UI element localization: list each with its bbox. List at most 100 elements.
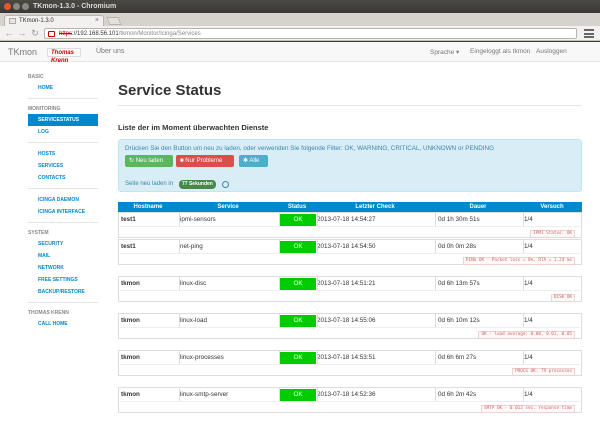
cell-check: 2013-07-18 14:54:50 — [317, 243, 376, 250]
sidebar-heading-basic: BASIC — [28, 74, 44, 80]
status-badge: OK — [280, 278, 316, 290]
cell-service: linux-disc — [180, 280, 207, 287]
cell-service: ipmi-sensors — [180, 216, 216, 223]
back-arrow-icon[interactable]: ← — [4, 28, 14, 38]
column-separator — [435, 213, 436, 227]
column-header-attempt[interactable]: Versuch — [522, 202, 582, 212]
cell-attempt: 1/4 — [524, 280, 533, 287]
sidebar-item-backup-restore[interactable]: BACKUP/RESTORE — [28, 286, 98, 298]
output-row: PING OK - Packet loss = 0%, RTA = 1.24 m… — [118, 253, 582, 265]
page-title: Service Status — [118, 82, 222, 99]
sidebar-item-icinga-interface[interactable]: ICINGA INTERFACE — [28, 206, 98, 218]
output-row: SMTP OK - 0.012 sec. response time — [118, 401, 582, 413]
status-badge: OK — [280, 315, 316, 327]
column-separator — [179, 351, 180, 365]
column-separator — [435, 240, 436, 254]
column-separator — [523, 314, 524, 328]
maximize-window-icon[interactable] — [22, 3, 29, 10]
sidebar-item-security[interactable]: SECURITY — [28, 238, 98, 250]
all-button[interactable]: ✱ Alle — [239, 155, 268, 167]
cell-duration: 0d 6h 2m 42s — [438, 391, 477, 398]
language-dropdown[interactable]: Sprache ▾ — [430, 48, 459, 56]
column-header-status[interactable]: Status — [278, 202, 316, 212]
service-block: test1 net-ping OK 2013-07-18 14:54:50 0d 0h … — [118, 237, 582, 274]
sidebar-item-services[interactable]: SERVICES — [28, 160, 98, 172]
sidebar-divider — [28, 94, 98, 99]
cell-host: test1 — [121, 216, 136, 223]
browser-tab[interactable]: TKmon-1.3.0 × — [4, 15, 104, 26]
close-window-icon[interactable] — [4, 3, 11, 10]
sidebar-item-mail[interactable]: MAIL — [28, 250, 98, 262]
reload-button[interactable]: ↻ Neu laden — [125, 155, 173, 167]
minimize-window-icon[interactable] — [13, 3, 20, 10]
status-badge: OK — [280, 241, 316, 253]
sidebar-item-home[interactable]: HOME — [28, 82, 98, 94]
reload-icon[interactable]: ↻ — [30, 28, 40, 38]
close-tab-icon[interactable]: × — [95, 16, 99, 26]
insecure-lock-icon — [48, 31, 55, 37]
service-block: tkmon linux-processes OK 2013-07-18 14:53:5… — [118, 348, 582, 385]
sidebar-item-servicestatus[interactable]: SERVICESTATUS — [28, 114, 98, 126]
sidebar-heading-monitoring: MONITORING — [28, 106, 61, 112]
column-header-host[interactable]: Hostname — [118, 202, 178, 212]
sidebar-item-network[interactable]: NETWORK — [28, 262, 98, 274]
column-separator — [435, 314, 436, 328]
about-link[interactable]: Über uns — [96, 48, 124, 55]
sidebar-item-log[interactable]: LOG — [28, 126, 98, 138]
service-block: tkmon linux-smtp-server OK 2013-07-18 14:52… — [118, 385, 582, 422]
column-separator — [523, 277, 524, 291]
logout-link[interactable]: Ausloggen — [536, 48, 567, 55]
cell-duration: 0d 1h 30m 51s — [438, 216, 480, 223]
table-row[interactable]: tkmon linux-disc OK 2013-07-18 14:51:21 0d 6… — [118, 276, 582, 291]
window-title: TKmon-1.3.0 - Chromium — [33, 3, 117, 10]
forward-arrow-icon[interactable]: → — [17, 28, 27, 38]
brand-name[interactable]: TKmon — [8, 47, 37, 57]
sidebar-item-icinga-daemon[interactable]: ICINGA DAEMON — [28, 194, 98, 206]
sidebar-divider — [28, 138, 98, 143]
page-favicon-icon — [9, 18, 16, 24]
title-divider — [118, 105, 582, 106]
sidebar-item-call-home[interactable]: CALL HOME — [28, 318, 98, 330]
table-row[interactable]: tkmon linux-load OK 2013-07-18 14:55:06 0d 6… — [118, 313, 582, 328]
table-row[interactable]: test1 ipmi-sensors OK 2013-07-18 14:54:27 0d… — [118, 212, 582, 227]
url-input[interactable]: https://192.168.56.101/tkmon/Monitor/Ici… — [44, 28, 577, 39]
only-problems-button[interactable]: ■ Nur Probleme — [176, 155, 234, 167]
table-row[interactable]: tkmon linux-smtp-server OK 2013-07-18 14:52… — [118, 387, 582, 402]
column-separator — [279, 240, 280, 254]
column-separator — [179, 314, 180, 328]
status-badge: OK — [280, 352, 316, 364]
new-tab-button[interactable] — [106, 17, 122, 25]
url-path: /tkmon/Monitor/Icinga/Services — [118, 31, 201, 37]
cell-service: linux-load — [180, 317, 207, 324]
column-header-service[interactable]: Service — [178, 202, 278, 212]
column-separator — [179, 277, 180, 291]
tab-title: TKmon-1.3.0 — [19, 18, 54, 24]
cell-host: test1 — [121, 243, 136, 250]
cell-attempt: 1/4 — [524, 354, 533, 361]
sidebar-divider — [28, 218, 98, 223]
cell-host: tkmon — [121, 317, 140, 324]
sidebar-divider — [28, 184, 98, 189]
column-separator — [279, 277, 280, 291]
cell-attempt: 1/4 — [524, 391, 533, 398]
plugin-output: PROCS OK: 79 processes — [512, 368, 575, 376]
countdown-badge: 77 Sekunden — [179, 180, 216, 189]
sidebar-heading-system: SYSTEM — [28, 230, 49, 236]
cell-service: net-ping — [180, 243, 203, 250]
table-row[interactable]: test1 net-ping OK 2013-07-18 14:54:50 0d 0h … — [118, 239, 582, 254]
cell-service: linux-smtp-server — [180, 391, 229, 398]
page-viewport: TKmon Thomas Krenn Über uns Sprache ▾ Ei… — [0, 42, 600, 422]
cell-host: tkmon — [121, 354, 140, 361]
column-separator — [435, 277, 436, 291]
table-header: Hostname Service Status Letzter Check Dauer V… — [118, 202, 582, 212]
sidebar-item-hosts[interactable]: HOSTS — [28, 148, 98, 160]
column-header-check[interactable]: Letzter Check — [316, 202, 434, 212]
sidebar-item-free-settings[interactable]: FREE SETTINGS — [28, 274, 98, 286]
sidebar-item-contacts[interactable]: CONTACTS — [28, 172, 98, 184]
table-row[interactable]: tkmon linux-processes OK 2013-07-18 14:53:5… — [118, 350, 582, 365]
cell-duration: 0d 0h 0m 28s — [438, 243, 477, 250]
column-header-duration[interactable]: Dauer — [434, 202, 522, 212]
service-block: tkmon linux-load OK 2013-07-18 14:55:06 0d 6… — [118, 311, 582, 348]
service-block: tkmon linux-disc OK 2013-07-18 14:51:21 0d 6… — [118, 274, 582, 311]
browser-menu-icon[interactable] — [584, 29, 594, 38]
